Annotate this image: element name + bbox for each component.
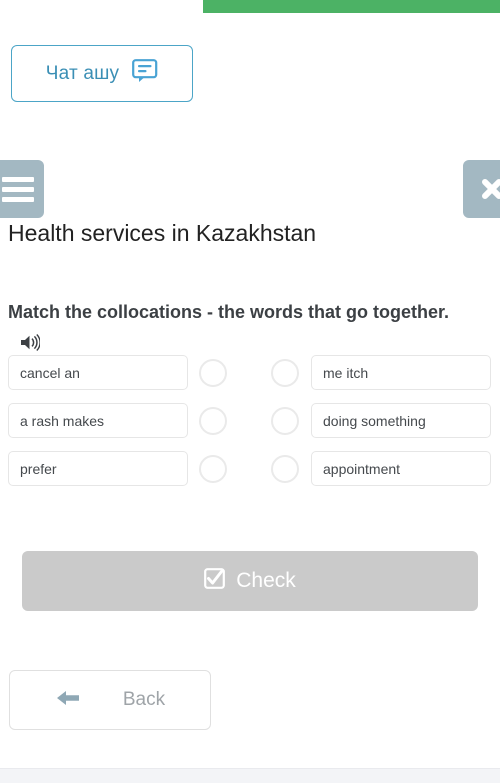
match-right-term[interactable]: me itch xyxy=(311,355,491,390)
task-prompt-text: Match the collocations - the words that … xyxy=(8,302,450,322)
page-title: Health services in Kazakhstan xyxy=(8,220,317,246)
arrow-left-icon xyxy=(55,688,81,713)
back-button-label: Back xyxy=(122,689,166,710)
match-left-term[interactable]: prefer xyxy=(8,451,188,486)
match-right-connector[interactable] xyxy=(271,359,299,387)
lesson-page: Чат ашу Health services in Kazakhstan Ma… xyxy=(0,0,500,783)
footer-strip xyxy=(0,768,500,783)
match-row: prefer appointment xyxy=(0,451,500,499)
top-green-bar xyxy=(203,0,500,13)
match-pairs: cancel an me itch a rash makes doing som… xyxy=(0,355,500,499)
match-left-connector[interactable] xyxy=(199,455,227,483)
match-left-term[interactable]: cancel an xyxy=(8,355,188,390)
hamburger-bar xyxy=(2,186,34,192)
open-chat-label: Чат ашу xyxy=(45,62,120,84)
check-button[interactable]: Check xyxy=(22,551,478,611)
match-row: cancel an me itch xyxy=(0,355,500,403)
match-right-term[interactable]: doing something xyxy=(311,403,491,438)
match-left-connector[interactable] xyxy=(199,407,227,435)
open-chat-button[interactable]: Чат ашу xyxy=(11,45,193,102)
back-button[interactable]: Back xyxy=(9,670,211,730)
match-left-term[interactable]: a rash makes xyxy=(8,403,188,438)
hamburger-bar xyxy=(2,196,34,202)
match-right-connector[interactable] xyxy=(271,455,299,483)
checkbox-checked-icon xyxy=(204,567,226,595)
match-left-connector[interactable] xyxy=(199,359,227,387)
hamburger-icon[interactable] xyxy=(0,160,44,218)
check-button-label: Check xyxy=(236,569,296,592)
close-icon[interactable] xyxy=(463,160,500,218)
chat-bubble-icon xyxy=(132,59,158,88)
match-right-term[interactable]: appointment xyxy=(311,451,491,486)
hamburger-bar xyxy=(2,176,34,182)
task-prompt: Match the collocations - the words that … xyxy=(8,297,478,360)
match-row: a rash makes doing something xyxy=(0,403,500,451)
close-x-glyph xyxy=(482,179,500,199)
match-right-connector[interactable] xyxy=(271,407,299,435)
